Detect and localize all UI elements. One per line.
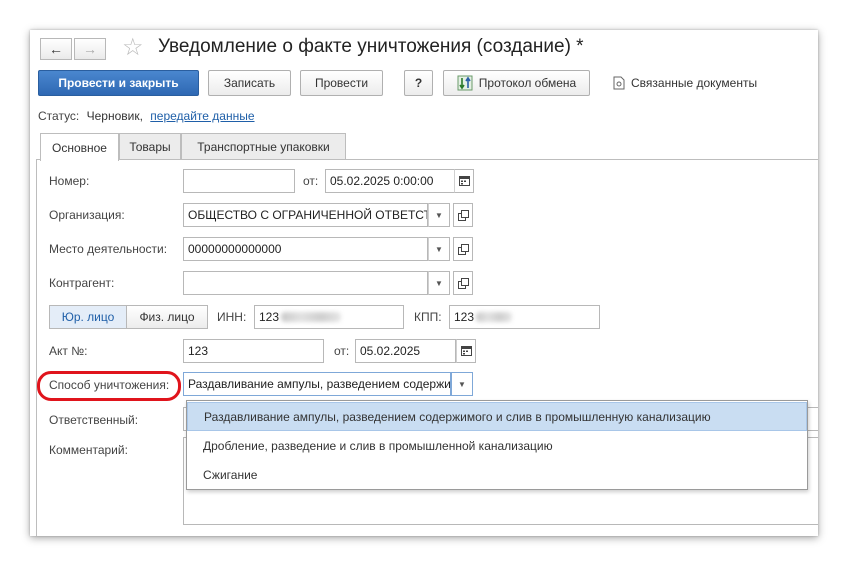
counterparty-input[interactable] bbox=[183, 271, 428, 295]
status-value: Черновик, bbox=[86, 109, 143, 123]
act-calendar-button[interactable] bbox=[456, 339, 476, 363]
back-button[interactable]: ← bbox=[40, 38, 72, 60]
place-dropdown-button[interactable]: ▼ bbox=[428, 237, 450, 261]
act-number-label: Акт №: bbox=[49, 344, 88, 358]
status-link[interactable]: передайте данные bbox=[150, 109, 254, 123]
organization-label: Организация: bbox=[49, 208, 125, 222]
counterparty-label: Контрагент: bbox=[49, 276, 115, 290]
document-window: ← → ☆ Уведомление о факте уничтожения (с… bbox=[30, 30, 818, 536]
number-label: Номер: bbox=[49, 174, 90, 188]
open-window-icon bbox=[457, 243, 469, 255]
save-button[interactable]: Записать bbox=[208, 70, 291, 96]
page-title: Уведомление о факте уничтожения (создани… bbox=[158, 36, 584, 57]
exchange-log-button[interactable]: Протокол обмена bbox=[443, 70, 590, 96]
forward-button[interactable]: → bbox=[74, 38, 106, 60]
document-icon bbox=[613, 76, 625, 90]
individual-toggle[interactable]: Физ. лицо bbox=[126, 305, 208, 329]
inn-label: ИНН: bbox=[217, 310, 247, 324]
place-open-button[interactable] bbox=[453, 237, 473, 261]
triangle-down-icon: ▼ bbox=[435, 278, 443, 288]
kpp-input[interactable]: 123 bbox=[449, 305, 600, 329]
arrow-right-icon: → bbox=[83, 41, 97, 57]
arrow-left-icon: ← bbox=[49, 41, 63, 57]
comment-label: Комментарий: bbox=[49, 443, 128, 457]
status-line: Статус: Черновик, передайте данные bbox=[38, 109, 255, 123]
tab-main[interactable]: Основное bbox=[40, 133, 119, 161]
date-input[interactable]: 05.02.2025 0:00:00 bbox=[325, 169, 455, 193]
related-docs-link[interactable]: Связанные документы bbox=[613, 76, 757, 90]
counterparty-dropdown-button[interactable]: ▼ bbox=[428, 271, 450, 295]
highlight-ring bbox=[37, 371, 181, 401]
masked-digits bbox=[476, 312, 513, 322]
masked-digits bbox=[281, 312, 342, 322]
calendar-icon bbox=[458, 176, 470, 186]
dropdown-option[interactable]: Раздавливание ампулы, разведением содерж… bbox=[187, 402, 807, 431]
favorite-star-icon[interactable]: ☆ bbox=[122, 34, 144, 62]
status-label: Статус: bbox=[38, 109, 80, 123]
post-and-close-button[interactable]: Провести и закрыть bbox=[38, 70, 199, 96]
place-label: Место деятельности: bbox=[49, 242, 168, 256]
destruction-method-dropdown-button[interactable]: ▼ bbox=[451, 372, 473, 396]
triangle-down-icon: ▼ bbox=[458, 379, 466, 389]
number-input[interactable] bbox=[183, 169, 295, 193]
dropdown-option[interactable]: Сжигание bbox=[187, 460, 807, 489]
destruction-method-dropdown-list: Раздавливание ампулы, разведением содерж… bbox=[186, 400, 808, 490]
organization-dropdown-button[interactable]: ▼ bbox=[428, 203, 450, 227]
triangle-down-icon: ▼ bbox=[435, 244, 443, 254]
inn-input[interactable]: 123 bbox=[254, 305, 404, 329]
tab-goods[interactable]: Товары bbox=[119, 133, 181, 160]
organization-input[interactable]: ОБЩЕСТВО С ОГРАНИЧЕННОЙ ОТВЕТСТВЕННОСТЬЮ bbox=[183, 203, 428, 227]
exchange-icon bbox=[457, 75, 473, 91]
open-window-icon bbox=[457, 277, 469, 289]
inn-value: 123 bbox=[259, 310, 280, 324]
calendar-button[interactable] bbox=[454, 169, 474, 193]
act-date-input[interactable]: 05.02.2025 bbox=[355, 339, 456, 363]
date-from-label: от: bbox=[303, 174, 319, 188]
dropdown-option[interactable]: Дробление, разведение и слив в промышлен… bbox=[187, 431, 807, 460]
counterparty-open-button[interactable] bbox=[453, 271, 473, 295]
act-date-from-label: от: bbox=[334, 344, 350, 358]
triangle-down-icon: ▼ bbox=[435, 210, 443, 220]
open-window-icon bbox=[457, 209, 469, 221]
exchange-log-label: Протокол обмена bbox=[478, 76, 577, 90]
legal-entity-toggle[interactable]: Юр. лицо bbox=[49, 305, 127, 329]
post-button[interactable]: Провести bbox=[300, 70, 383, 96]
help-button[interactable]: ? bbox=[404, 70, 433, 96]
kpp-label: КПП: bbox=[414, 310, 442, 324]
place-input[interactable]: 00000000000000 bbox=[183, 237, 428, 261]
responsible-label: Ответственный: bbox=[49, 413, 139, 427]
related-docs-label: Связанные документы bbox=[631, 76, 758, 90]
destruction-method-input[interactable]: Раздавливание ампулы, разведением содерж… bbox=[183, 372, 451, 396]
tab-transport-packages[interactable]: Транспортные упаковки bbox=[181, 133, 346, 160]
organization-open-button[interactable] bbox=[453, 203, 473, 227]
act-number-input[interactable]: 123 bbox=[183, 339, 324, 363]
calendar-icon bbox=[460, 346, 472, 356]
kpp-value: 123 bbox=[454, 310, 475, 324]
